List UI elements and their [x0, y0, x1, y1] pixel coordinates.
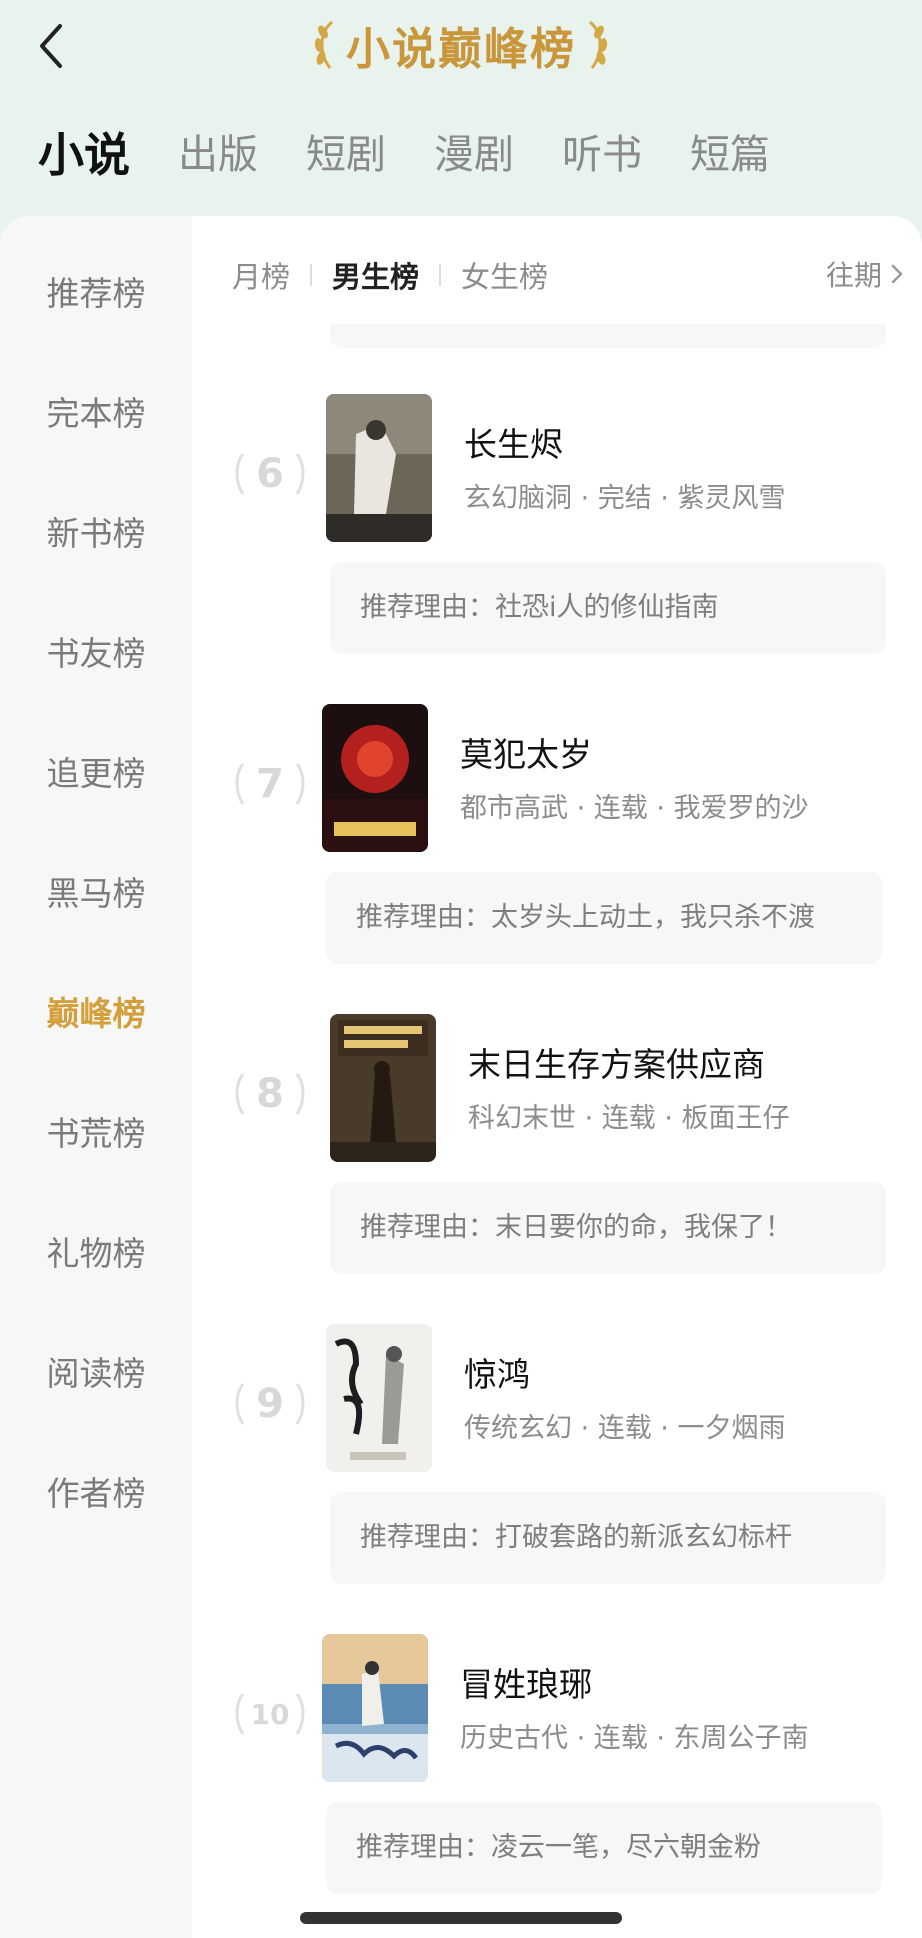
- book-meta: 传统玄幻 · 连载 · 一夕烟雨: [464, 1413, 786, 1444]
- book-title[interactable]: 莫犯太岁: [460, 728, 592, 776]
- recommend-reason: 推荐理由：社恐i人的修仙指南: [330, 562, 886, 654]
- chevron-right-icon: [891, 264, 903, 284]
- laurel-right-icon: [295, 1693, 305, 1735]
- recommend-reason: 推荐理由：凌云一笔，尽六朝金粉: [326, 1802, 882, 1894]
- book-meta: 都市高武 · 连载 · 我爱罗的沙: [460, 793, 809, 824]
- previous-reason-card: [330, 324, 886, 348]
- tab-publish[interactable]: 出版: [178, 125, 258, 185]
- book-title[interactable]: 冒姓琅琊: [460, 1658, 592, 1706]
- sidebar-item-completed[interactable]: 完本榜: [0, 384, 192, 444]
- laurel-left-icon: [314, 20, 334, 69]
- laurel-right-icon: [295, 1073, 305, 1115]
- book-cover[interactable]: [330, 1014, 436, 1162]
- category-tabs: 小说 出版 短剧 漫剧 听书 短篇: [38, 125, 818, 185]
- home-indicator[interactable]: [300, 1912, 622, 1924]
- book-meta: 科幻末世 · 连载 · 板面王仔: [468, 1103, 790, 1134]
- rank-badge: 8: [228, 1064, 312, 1124]
- divider: [310, 264, 313, 286]
- rank-badge: 10: [228, 1684, 312, 1744]
- tab-comic-drama[interactable]: 漫剧: [434, 125, 514, 185]
- list-item[interactable]: 8 末日生存方案供应商 科幻末世 · 连载 · 板面王仔 推荐理由：末日要你的命…: [192, 1014, 922, 1314]
- divider: [439, 264, 442, 286]
- tab-audiobook[interactable]: 听书: [562, 125, 642, 185]
- sidebar-item-readers[interactable]: 书友榜: [0, 624, 192, 684]
- book-title[interactable]: 惊鸿: [464, 1348, 530, 1396]
- recommend-reason: 推荐理由：太岁头上动土，我只杀不渡: [326, 872, 882, 964]
- header: 小说巅峰榜 小说 出版 短剧 漫剧 听书 短篇: [0, 0, 922, 220]
- book-meta: 历史古代 · 连载 · 东周公子南: [460, 1723, 809, 1754]
- tab-short-drama[interactable]: 短剧: [306, 125, 386, 185]
- tab-short-story[interactable]: 短篇: [690, 125, 770, 185]
- tab-novel[interactable]: 小说: [38, 125, 130, 185]
- list-item[interactable]: 9 惊鸿 传统玄幻 · 连载 · 一夕烟雨 推荐理由：打破套路的新派玄幻标杆: [192, 1324, 922, 1624]
- recommend-reason: 推荐理由：末日要你的命，我保了！: [330, 1182, 886, 1274]
- subtab-male[interactable]: 男生榜: [332, 254, 419, 296]
- laurel-left-icon: [235, 763, 245, 805]
- sidebar-item-peak[interactable]: 巅峰榜: [0, 984, 192, 1044]
- history-link[interactable]: 往期: [826, 254, 904, 294]
- sidebar-item-booklack[interactable]: 书荒榜: [0, 1104, 192, 1164]
- sidebar-item-reading[interactable]: 阅读榜: [0, 1344, 192, 1404]
- subtab-female[interactable]: 女生榜: [461, 254, 548, 296]
- list-item[interactable]: 7 莫犯太岁 都市高武 · 连载 · 我爱罗的沙 推荐理由：太岁头上动土，我只杀…: [192, 704, 922, 1004]
- sidebar-item-following[interactable]: 追更榜: [0, 744, 192, 804]
- sidebar-item-new[interactable]: 新书榜: [0, 504, 192, 564]
- sidebar-item-author[interactable]: 作者榜: [0, 1464, 192, 1524]
- laurel-left-icon: [235, 453, 245, 495]
- rank-number: 8: [256, 1071, 284, 1117]
- ranking-content: 月榜 男生榜 女生榜 往期 6 长生烬 玄幻脑洞 · 完结 · 紫灵风雪 推荐理…: [192, 216, 922, 1938]
- book-title[interactable]: 长生烬: [464, 418, 563, 466]
- list-item[interactable]: 6 长生烬 玄幻脑洞 · 完结 · 紫灵风雪 推荐理由：社恐i人的修仙指南: [192, 394, 922, 694]
- rank-number: 6: [256, 451, 284, 497]
- book-cover[interactable]: [322, 704, 428, 852]
- rank-badge: 7: [228, 754, 312, 814]
- laurel-left-icon: [235, 1693, 245, 1735]
- sidebar-item-recommend[interactable]: 推荐榜: [0, 264, 192, 324]
- book-cover[interactable]: [326, 394, 432, 542]
- recommend-reason: 推荐理由：打破套路的新派玄幻标杆: [330, 1492, 886, 1584]
- sidebar: 推荐榜 完本榜 新书榜 书友榜 追更榜 黑马榜 巅峰榜 书荒榜 礼物榜 阅读榜 …: [0, 216, 192, 1938]
- rank-number: 10: [250, 1697, 290, 1731]
- subtab-monthly[interactable]: 月榜: [232, 254, 290, 296]
- laurel-right-icon: [295, 763, 305, 805]
- book-title[interactable]: 末日生存方案供应商: [468, 1038, 765, 1086]
- sidebar-item-darkhorse[interactable]: 黑马榜: [0, 864, 192, 924]
- laurel-right-icon: [295, 1383, 305, 1425]
- laurel-left-icon: [235, 1383, 245, 1425]
- laurel-left-icon: [235, 1073, 245, 1115]
- rank-number: 9: [256, 1381, 284, 1427]
- book-meta: 玄幻脑洞 · 完结 · 紫灵风雪: [464, 483, 786, 514]
- book-cover[interactable]: [326, 1324, 432, 1472]
- sidebar-item-gift[interactable]: 礼物榜: [0, 1224, 192, 1284]
- main-panel: 推荐榜 完本榜 新书榜 书友榜 追更榜 黑马榜 巅峰榜 书荒榜 礼物榜 阅读榜 …: [0, 216, 922, 1938]
- rank-number: 7: [256, 761, 284, 807]
- laurel-right-icon: [295, 453, 305, 495]
- title-area: 小说巅峰榜: [0, 10, 922, 80]
- list-item[interactable]: 10 冒姓琅琊 历史古代 · 连载 · 东周公子南 推荐理由：凌云一笔，尽六朝金…: [192, 1634, 922, 1934]
- rank-badge: 6: [228, 444, 312, 504]
- sub-tabs: 月榜 男生榜 女生榜: [232, 254, 548, 296]
- book-cover[interactable]: [322, 1634, 428, 1782]
- laurel-right-icon: [588, 20, 608, 69]
- page-title: 小说巅峰榜: [346, 24, 576, 75]
- history-label: 往期: [825, 259, 882, 292]
- rank-badge: 9: [228, 1374, 312, 1434]
